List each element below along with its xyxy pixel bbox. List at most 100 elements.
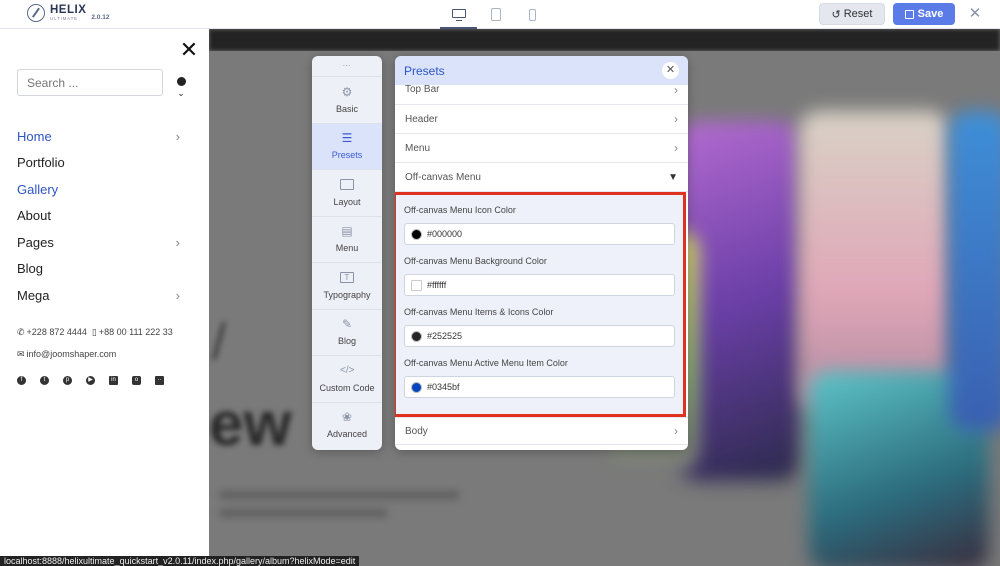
floppy-icon <box>904 9 914 19</box>
menu-item-about[interactable]: About <box>17 203 187 230</box>
background-color-input[interactable]: #ffffff <box>404 274 675 296</box>
top-toolbar: HELIX ULTIMATE 2.0.12 ↺ Reset Save ✕ <box>0 0 1000 29</box>
app-subtitle: ULTIMATE <box>50 16 78 21</box>
text-icon: T <box>340 271 354 284</box>
menu-item-gallery[interactable]: Gallery <box>17 176 187 203</box>
preview-image <box>799 111 949 411</box>
contact-info: ✆ +228 872 4444 ▯ +88 00 111 222 33 ✉ info@… <box>17 321 173 365</box>
sidebar-item-advanced[interactable]: ❀ Advanced <box>312 401 382 449</box>
app-name: HELIX <box>50 3 87 16</box>
sidebar-item-basic[interactable]: ⚙ Basic <box>312 76 382 123</box>
monitor-icon <box>451 9 466 21</box>
chevron-right-icon[interactable]: › <box>176 288 180 303</box>
social-icons: f t p ▶ in o ·· <box>17 376 164 385</box>
mobile-icon: ▯ <box>91 327 97 337</box>
chevron-right-icon[interactable]: › <box>176 235 180 250</box>
panel-header: Presets ✕ <box>395 56 688 85</box>
menu-item-portfolio[interactable]: Portfolio <box>17 150 187 177</box>
code-icon: </> <box>340 364 355 376</box>
reset-label: Reset <box>843 8 873 20</box>
sidebar-item-presets[interactable]: ☰ Presets <box>312 122 382 169</box>
gear-icon: ⚙ <box>341 84 353 99</box>
mobile-view-button[interactable] <box>514 0 551 29</box>
field-background-color: Off-canvas Menu Background Color #ffffff <box>404 256 675 296</box>
contact-email[interactable]: info@joomshaper.com <box>27 349 117 359</box>
color-swatch[interactable] <box>411 228 422 240</box>
contact-phone[interactable]: +228 872 4444 <box>27 327 87 337</box>
field-items-icons-color: Off-canvas Menu Items & Icons Color #252… <box>404 307 675 347</box>
preview-headline: ew <box>209 390 292 459</box>
color-swatch[interactable] <box>411 381 422 393</box>
panel-body: Top Bar › Header › Menu › Off-canvas Men… <box>395 85 688 450</box>
close-icon[interactable]: ✕ <box>965 4 985 24</box>
instagram-icon[interactable]: o <box>132 376 141 385</box>
save-label: Save <box>917 8 944 20</box>
pinterest-icon[interactable]: p <box>63 376 72 385</box>
reset-button[interactable]: ↺ Reset <box>819 3 885 25</box>
device-switcher <box>440 0 551 29</box>
desktop-view-button[interactable] <box>440 0 477 29</box>
color-swatch[interactable] <box>411 279 422 291</box>
menu-item-blog[interactable]: Blog <box>17 256 187 283</box>
status-bar-url: localhost:8888/helixultimate_quickstart_… <box>0 556 360 566</box>
close-icon[interactable]: ✕ <box>178 39 200 61</box>
close-icon[interactable]: ✕ <box>662 62 679 79</box>
drag-handle[interactable]: ⋯ <box>312 56 382 76</box>
field-icon-color: Off-canvas Menu Icon Color #000000 <box>404 205 675 245</box>
section-menu[interactable]: Menu › <box>395 134 688 163</box>
helix-logo: HELIX ULTIMATE 2.0.12 <box>27 4 109 22</box>
section-offcanvas-menu[interactable]: Off-canvas Menu ▼ <box>395 163 688 192</box>
items-icons-color-input[interactable]: #252525 <box>404 325 675 347</box>
menu-item-mega[interactable]: Mega › <box>17 282 187 309</box>
youtube-icon[interactable]: ▶ <box>86 376 95 385</box>
sidebar-item-layout[interactable]: Layout <box>312 169 382 216</box>
menu-item-pages[interactable]: Pages › <box>17 229 187 256</box>
chevron-right-icon: › <box>674 112 678 126</box>
contact-mobile[interactable]: +88 00 111 222 33 <box>99 327 173 337</box>
section-top-bar[interactable]: Top Bar › <box>395 85 688 105</box>
linkedin-icon[interactable]: in <box>109 376 118 385</box>
search-input[interactable] <box>17 69 163 96</box>
preview-header <box>209 29 1000 51</box>
logo-icon <box>27 4 45 22</box>
sidebar-item-blog[interactable]: ✎ Blog <box>312 308 382 356</box>
save-button[interactable]: Save <box>893 3 955 25</box>
chevron-right-icon[interactable]: › <box>176 129 180 144</box>
edit-icon: ✎ <box>341 317 353 332</box>
tablet-icon <box>490 8 501 21</box>
color-swatch[interactable] <box>411 330 422 342</box>
offcanvas-color-settings: Off-canvas Menu Icon Color #000000 Off-c… <box>395 192 686 417</box>
twitter-icon[interactable]: t <box>40 376 49 385</box>
field-active-item-color: Off-canvas Menu Active Menu Item Color #… <box>404 358 675 398</box>
sliders-icon: ☰ <box>341 131 353 146</box>
chevron-right-icon: › <box>674 141 678 155</box>
section-body[interactable]: Body › <box>395 417 688 445</box>
sidebar-item-custom-code[interactable]: </> Custom Code <box>312 355 382 402</box>
list-icon: ▤ <box>341 224 353 239</box>
settings-sidebar: ⋯ ⚙ Basic ☰ Presets Layout ▤ Menu T Typo… <box>312 56 382 450</box>
presets-panel: Presets ✕ Top Bar › Header › Menu › Off-… <box>395 56 688 450</box>
envelope-icon: ✉ <box>17 349 25 359</box>
offcanvas-nav: Home › Portfolio Gallery About Pages › B… <box>17 123 187 309</box>
phone-icon: ✆ <box>17 327 25 337</box>
facebook-icon[interactable]: f <box>17 376 26 385</box>
chevron-right-icon: › <box>674 424 678 438</box>
app-version: 2.0.12 <box>91 13 110 21</box>
layout-icon <box>340 178 354 191</box>
tablet-view-button[interactable] <box>477 0 514 29</box>
user-icon <box>176 77 186 86</box>
sidebar-item-menu[interactable]: ▤ Menu <box>312 215 382 263</box>
preview-image <box>949 111 1000 431</box>
chevron-right-icon: › <box>674 85 678 97</box>
flickr-icon[interactable]: ·· <box>155 376 164 385</box>
panel-title: Presets <box>404 63 445 78</box>
chevron-down-icon: ⌄ <box>177 88 185 98</box>
user-menu[interactable]: ⌄ <box>174 77 188 103</box>
phone-icon <box>529 8 536 21</box>
menu-item-home[interactable]: Home › <box>17 123 187 150</box>
active-item-color-input[interactable]: #0345bf <box>404 376 675 398</box>
section-header[interactable]: Header › <box>395 105 688 134</box>
icon-color-input[interactable]: #000000 <box>404 223 675 245</box>
sidebar-item-typography[interactable]: T Typography <box>312 262 382 309</box>
chevron-down-icon: ▼ <box>668 171 678 183</box>
